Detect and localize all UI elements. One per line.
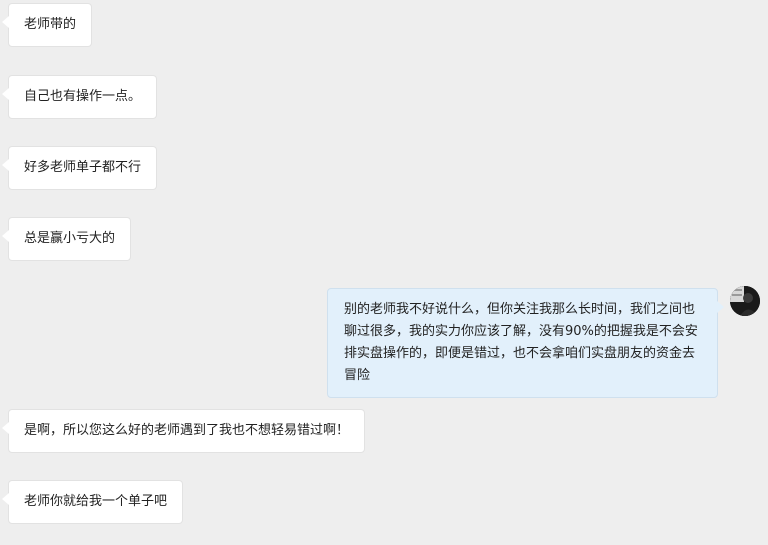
incoming-message: 自己也有操作一点。 <box>1 75 158 119</box>
message-text: 好多老师单子都不行 <box>24 160 142 175</box>
avatar-photo-icon <box>730 286 760 316</box>
message-text: 是啊，所以您这么好的老师遇到了我也不想轻易错过啊！ <box>24 423 350 438</box>
message-text: 别的老师我不好说什么，但你关注我那么长时间，我们之间也聊过很多，我的实力你应该了… <box>344 302 698 383</box>
incoming-message: 总是赢小亏大的 <box>1 217 132 261</box>
incoming-message: 好多老师单子都不行 <box>1 146 158 190</box>
incoming-message: 是啊，所以您这么好的老师遇到了我也不想轻易错过啊！ <box>1 409 366 453</box>
outgoing-message: 别的老师我不好说什么，但你关注我那么长时间，我们之间也聊过很多，我的实力你应该了… <box>327 288 724 398</box>
message-text: 老师带的 <box>24 17 77 32</box>
message-text: 自己也有操作一点。 <box>24 89 142 104</box>
incoming-message: 老师你就给我一个单子吧 <box>1 480 184 524</box>
message-text: 总是赢小亏大的 <box>24 231 116 246</box>
user-avatar[interactable] <box>730 286 760 316</box>
message-text: 老师你就给我一个单子吧 <box>24 494 168 509</box>
incoming-message: 老师带的 <box>1 3 93 47</box>
